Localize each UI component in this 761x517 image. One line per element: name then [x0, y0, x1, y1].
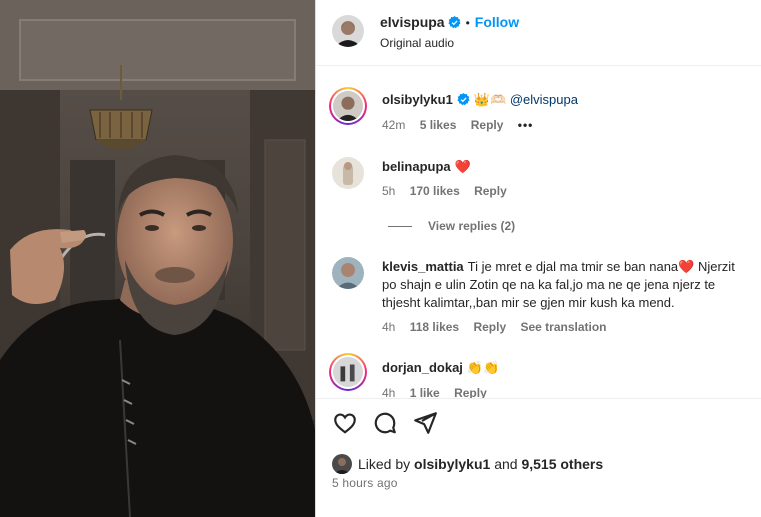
author-line: elvispupa • Follow: [380, 14, 519, 30]
view-replies-button[interactable]: View replies (2): [388, 219, 515, 233]
comment-username[interactable]: belinapupa: [382, 159, 451, 174]
verified-badge-icon: [448, 16, 461, 29]
follow-button[interactable]: Follow: [475, 14, 519, 30]
comments-list[interactable]: olsibylyku1 👑🫶🏻 @elvispupa 42m 5 likes Re…: [316, 67, 761, 398]
comment-text: dorjan_dokaj 👏👏: [382, 359, 499, 377]
post-details-panel: elvispupa • Follow Original audio olsibyly…: [316, 0, 761, 517]
share-icon[interactable]: [412, 410, 438, 436]
heart-icon[interactable]: [332, 410, 358, 436]
comment-text: klevis_mattia Ti je mret e djal ma tmir s…: [382, 258, 742, 312]
comment-emoji: ❤️: [454, 159, 471, 174]
comment-meta: 4h 1 like Reply: [382, 386, 498, 398]
liked-by-prefix: Liked by: [358, 456, 411, 472]
comment-likes[interactable]: 5 likes: [420, 118, 457, 132]
comment-likes[interactable]: 170 likes: [410, 184, 460, 198]
reel-video[interactable]: [0, 0, 315, 517]
commenter-avatar[interactable]: [332, 257, 364, 289]
verified-badge-icon: [457, 93, 470, 106]
separator-dot: •: [465, 16, 470, 30]
replies-line: [388, 225, 412, 227]
see-translation-button[interactable]: See translation: [520, 320, 606, 334]
comment-meta: 4h 118 likes Reply See translation: [382, 320, 618, 334]
likes-count[interactable]: 9,515 others: [521, 456, 603, 472]
comment-username[interactable]: dorjan_dokaj: [382, 360, 463, 375]
comment-text: belinapupa ❤️: [382, 158, 471, 176]
comment-emoji: 👏👏: [466, 360, 500, 375]
comment-icon[interactable]: [372, 410, 398, 436]
post-header: elvispupa • Follow Original audio: [316, 0, 761, 66]
reply-button[interactable]: Reply: [471, 118, 504, 132]
view-replies-label: View replies (2): [428, 219, 516, 233]
likes-summary: Liked by olsibylyku1 and 9,515 others: [332, 454, 603, 474]
comment-username[interactable]: olsibylyku1: [382, 92, 453, 107]
more-options-icon[interactable]: •••: [518, 118, 534, 132]
comment-likes[interactable]: 1 like: [410, 386, 440, 398]
comment-emoji: 👑🫶🏻: [473, 92, 507, 107]
author-username[interactable]: elvispupa: [380, 14, 445, 30]
comment-time: 4h: [382, 386, 396, 398]
comment-username[interactable]: klevis_mattia: [382, 259, 464, 274]
video-frame-image: [0, 0, 315, 517]
commenter-avatar: [333, 91, 363, 121]
liker-avatar: [332, 454, 352, 474]
comment-time: 4h: [382, 320, 396, 334]
actions-divider: [316, 398, 761, 399]
audio-label[interactable]: Original audio: [380, 36, 454, 50]
story-ring[interactable]: [329, 353, 367, 391]
comment-text: olsibylyku1 👑🫶🏻 @elvispupa: [382, 91, 578, 109]
post-view: elvispupa • Follow Original audio olsibyly…: [0, 0, 761, 517]
reply-button[interactable]: Reply: [454, 386, 487, 398]
comment-time: 5h: [382, 184, 396, 198]
reply-button[interactable]: Reply: [474, 184, 507, 198]
post-timestamp[interactable]: 5 hours ago: [332, 476, 398, 490]
comment-meta: 5h 170 likes Reply: [382, 184, 518, 198]
commenter-avatar[interactable]: [332, 157, 364, 189]
comment-meta: 42m 5 likes Reply •••: [382, 118, 544, 132]
action-bar: [332, 410, 438, 438]
liker-username[interactable]: olsibylyku1: [414, 456, 490, 472]
comment-time: 42m: [382, 118, 406, 132]
story-ring[interactable]: [329, 87, 367, 125]
liked-and: and: [494, 456, 518, 472]
reply-button[interactable]: Reply: [473, 320, 506, 334]
comment-likes[interactable]: 118 likes: [410, 320, 459, 334]
mention-link[interactable]: @elvispupa: [510, 92, 578, 107]
author-avatar[interactable]: [332, 15, 364, 47]
commenter-avatar: [333, 357, 363, 387]
